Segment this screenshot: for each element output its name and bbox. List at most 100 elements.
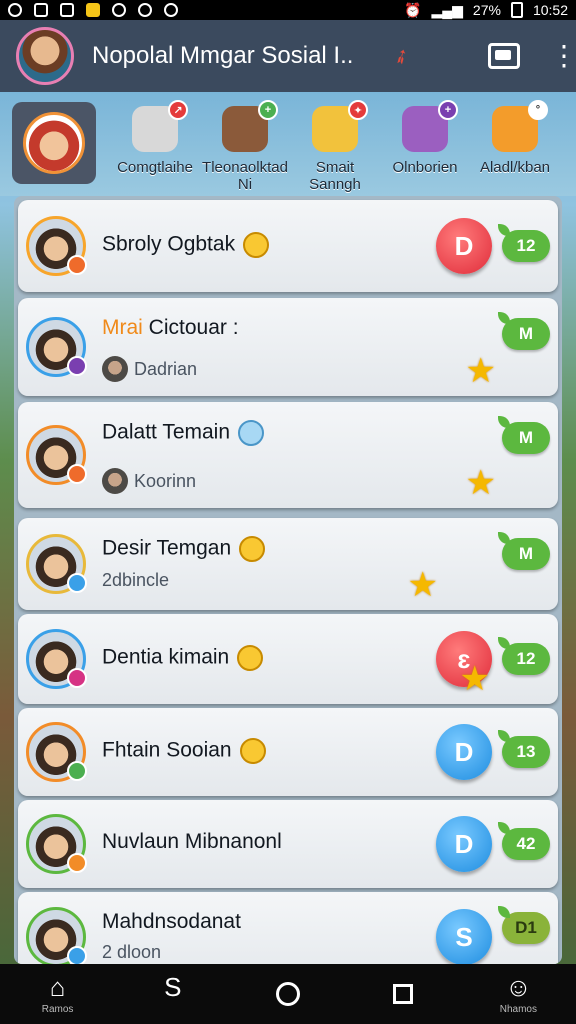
contact-name: Nuvlaun Mibnanonl <box>102 830 282 854</box>
story-label: Olnborien <box>392 159 458 176</box>
contact-action-button[interactable]: D <box>436 724 492 780</box>
contact-avatar[interactable] <box>26 425 87 485</box>
contact-avatar[interactable] <box>26 629 87 689</box>
contact-name: Desir Temgan <box>102 536 266 562</box>
contact-action-button[interactable]: S <box>436 909 492 964</box>
contact-avatar[interactable] <box>26 534 87 594</box>
contact-subtitle: 2 dloon <box>102 942 161 963</box>
recents-icon <box>393 984 414 1004</box>
contact-subtitle-text: Koorinn <box>134 470 197 491</box>
contact-row[interactable]: Mrai Cictouar : Dadrian ★ M <box>18 298 558 396</box>
notification-icon <box>86 3 100 17</box>
contact-avatar[interactable] <box>26 907 87 964</box>
contact-name: Sbroly Ogbtak <box>102 232 270 258</box>
nav-home[interactable]: ⌂ Ramos <box>22 974 94 1015</box>
dart-icon: ➶ <box>389 42 415 71</box>
my-story-avatar <box>23 112 85 174</box>
contact-row[interactable]: Desir Temgan 2dbincle ★ M <box>18 518 558 610</box>
story-item[interactable]: + Olnborien <box>380 100 470 193</box>
nav-home-button[interactable] <box>252 982 324 1006</box>
contact-row[interactable]: Fhtain Sooian D 13 <box>18 708 558 796</box>
message-count-badge: M <box>498 532 550 570</box>
smiley-icon <box>243 232 270 258</box>
contact-action-button[interactable]: D <box>436 218 492 274</box>
notification-icon <box>8 3 22 17</box>
message-count-badge: 42 <box>498 822 550 860</box>
star-icon: ★ <box>465 464 496 502</box>
contact-avatar[interactable] <box>26 216 87 276</box>
status-badge <box>67 946 87 964</box>
person-icon <box>102 356 128 382</box>
status-badge <box>67 356 87 376</box>
contact-subtitle: 2dbincle <box>102 570 169 591</box>
stories-bar: ↗ Comgtlaihe + Tleonaolktad Ni ✦ Smait Sanngh… <box>0 92 576 196</box>
story-label: Tleonaolktad Ni <box>202 159 288 193</box>
message-count-badge: 12 <box>498 637 550 675</box>
profile-icon: ☺ <box>505 971 532 1002</box>
story-avatar-icon: ° <box>492 100 548 152</box>
status-badge <box>67 573 87 593</box>
battery-icon <box>510 2 523 18</box>
story-item[interactable]: + Tleonaolktad Ni <box>200 100 290 193</box>
notification-icon <box>60 3 74 17</box>
bottom-navigation: ⌂ Ramos S . ☺ Nhamos <box>0 964 576 1024</box>
message-count-badge: D1 <box>498 906 550 944</box>
contact-subtitle-text: 2dbincle <box>102 570 170 590</box>
story-label: Smait Sanngh <box>309 159 361 193</box>
story-item[interactable]: ° Aladl/kban <box>470 100 560 193</box>
contact-name: Dalatt Temain <box>102 420 265 446</box>
story-label: Comgtlaihe <box>117 159 193 176</box>
my-story[interactable] <box>12 102 96 184</box>
notification-icon <box>34 3 48 17</box>
star-icon: ★ <box>459 660 490 698</box>
message-count-badge: M <box>498 416 550 454</box>
app-header: Nopolal Mmgar Sosial I.. ➶ ⋮ <box>0 20 576 92</box>
story-item[interactable]: ✦ Smait Sanngh <box>290 100 380 193</box>
contact-avatar[interactable] <box>26 722 87 782</box>
contact-row[interactable]: Dalatt Temain Koorinn ★ M <box>18 402 558 508</box>
contact-name-text: Fhtain Sooian <box>102 738 232 762</box>
contact-name-text: Dentia kimain <box>102 645 230 669</box>
contact-list[interactable]: Sbroly Ogbtak D 12 Mrai Cictouar : Dadrian ★ M… <box>14 196 562 964</box>
contact-row[interactable]: Sbroly Ogbtak D 12 <box>18 200 558 292</box>
star-icon: ★ <box>407 566 438 604</box>
contact-action-button[interactable]: D <box>436 816 492 872</box>
nav-s[interactable]: S . <box>137 974 209 1015</box>
status-badge <box>67 761 87 781</box>
story-badge: + <box>438 100 458 120</box>
nav-home-label: Ramos <box>41 1003 74 1015</box>
contact-row[interactable]: Mahdnsodanat 2 dloon S D1 <box>18 892 558 964</box>
story-badge: ↗ <box>168 100 188 120</box>
contact-name: Fhtain Sooian <box>102 738 266 764</box>
s-glyph-icon: S <box>164 971 182 1002</box>
contact-subtitle: Dadrian <box>102 356 197 382</box>
cast-icon[interactable] <box>488 43 520 69</box>
contact-name-text: Desir Temgan <box>102 536 232 560</box>
status-bar: ⏰ ▂▄▆ 27% 10:52 <box>0 0 576 20</box>
nav-profile[interactable]: ☺ Nhamos <box>482 974 554 1015</box>
message-count-badge: 13 <box>498 730 550 768</box>
story-badge: + <box>258 100 278 120</box>
notification-icon <box>138 3 152 17</box>
star-icon: ★ <box>465 352 496 390</box>
message-count-badge: M <box>498 312 550 350</box>
contact-name-text: Nuvlaun Mibnanonl <box>102 830 282 853</box>
nav-recents[interactable] <box>367 984 439 1004</box>
overflow-menu-button[interactable]: ⋮ <box>550 42 576 70</box>
contact-row[interactable]: Dentia kimain ԑ ★ 12 <box>18 614 558 704</box>
story-avatar-icon: ↗ <box>132 100 188 152</box>
message-count-badge: 12 <box>498 224 550 262</box>
contact-name-prefix: Mrai <box>102 316 149 339</box>
smiley-icon <box>239 536 266 562</box>
smiley-icon <box>237 645 264 671</box>
home-icon: ⌂ <box>49 971 66 1002</box>
contact-avatar[interactable] <box>26 317 87 377</box>
clock: 10:52 <box>532 2 568 18</box>
story-badge: ✦ <box>348 100 368 120</box>
contact-row[interactable]: Nuvlaun Mibnanonl D 42 <box>18 800 558 888</box>
user-avatar[interactable] <box>16 27 74 85</box>
story-item[interactable]: ↗ Comgtlaihe <box>110 100 200 193</box>
contact-avatar[interactable] <box>26 814 87 874</box>
nav-profile-label: Nhamos <box>499 1003 537 1015</box>
smiley-icon <box>239 738 266 764</box>
